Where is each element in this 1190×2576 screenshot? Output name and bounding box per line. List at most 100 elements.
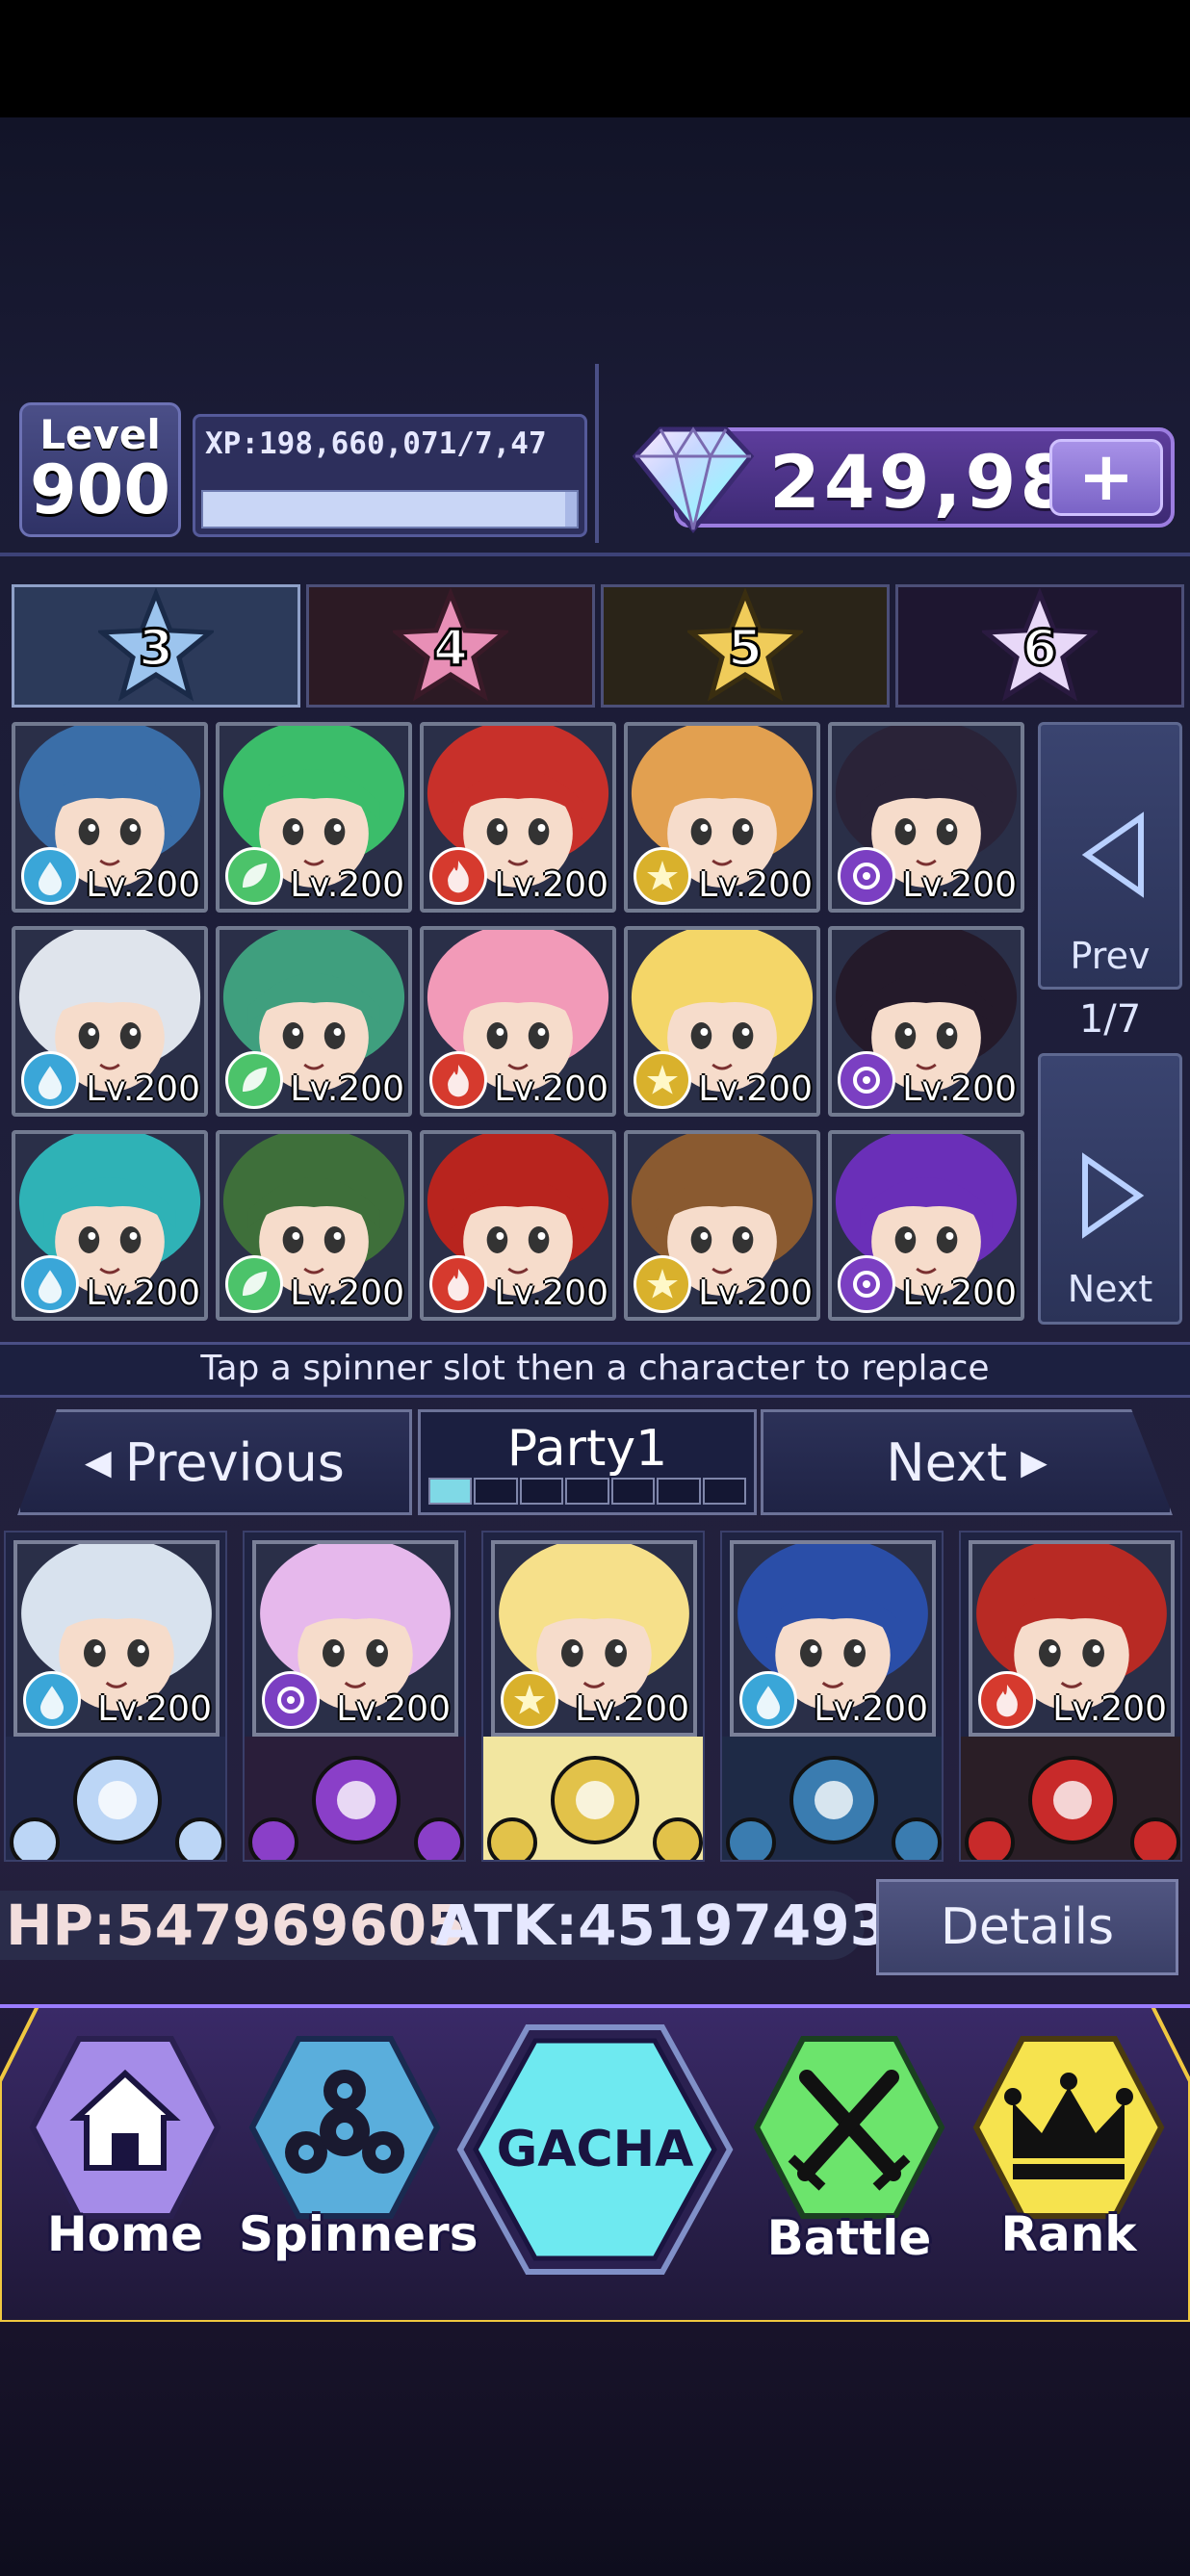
xp-bar-fill — [203, 492, 566, 527]
character-card-hooded[interactable]: Lv.200 — [828, 722, 1024, 913]
level-label: Lv.200 — [902, 1274, 1017, 1313]
previous-party-label: Previous — [124, 1431, 345, 1493]
nav-gacha[interactable]: GACHA — [453, 2020, 737, 2283]
party-character-portrait[interactable]: Lv.200 — [491, 1540, 697, 1737]
dark-element-icon — [262, 1671, 320, 1729]
dark-element-icon — [838, 1051, 895, 1109]
nav-spinners[interactable]: Spinners — [239, 2033, 478, 2262]
party-slot-2[interactable]: Lv.200 — [243, 1531, 466, 1862]
svg-text:GACHA: GACHA — [497, 2121, 694, 2178]
level-label: Lv.200 — [290, 865, 404, 905]
svg-text:6: 6 — [1022, 620, 1057, 678]
status-bar — [0, 0, 1190, 117]
fidget-spinner-icon[interactable] — [483, 1737, 705, 1862]
dark-element-icon — [838, 847, 895, 905]
add-gems-button[interactable]: + — [1049, 439, 1163, 516]
level-label: Lv.200 — [902, 865, 1017, 905]
star-icon: 4 — [393, 588, 508, 702]
details-button[interactable]: Details — [876, 1879, 1178, 1975]
character-card-robot[interactable]: Lv.200 — [12, 722, 208, 913]
party-page-dot — [610, 1478, 656, 1505]
diamond-icon — [632, 426, 755, 534]
level-label: Lv.200 — [814, 1689, 928, 1729]
star-icon: 6 — [982, 588, 1098, 702]
level-label: Lv.200 — [97, 1689, 212, 1729]
nav-home[interactable]: Home — [19, 2033, 231, 2262]
leaf-element-icon — [225, 1051, 283, 1109]
party-character-portrait[interactable]: Lv.200 — [969, 1540, 1175, 1737]
character-card-orange-hair[interactable]: Lv.200 — [624, 722, 820, 913]
level-label: Lv.200 — [494, 865, 608, 905]
water-element-icon — [21, 1051, 79, 1109]
header-divider — [595, 364, 599, 543]
gacha-button-icon: GACHA — [456, 2024, 734, 2275]
character-card-red-hair[interactable]: Lv.200 — [420, 722, 616, 913]
crossed-swords-icon — [753, 2036, 945, 2219]
light-element-icon — [634, 1255, 691, 1313]
light-element-icon — [634, 1051, 691, 1109]
fidget-spinner-icon[interactable] — [245, 1737, 466, 1862]
rarity-tab-3[interactable]: 3 — [12, 584, 300, 708]
character-card-pink-hair[interactable]: Lv.200 — [420, 926, 616, 1117]
level-label: Lv.200 — [290, 1274, 404, 1313]
next-page-button[interactable]: Next — [1038, 1053, 1182, 1325]
character-card-cyan-hair[interactable]: Lv.200 — [12, 1130, 208, 1321]
light-element-icon — [501, 1671, 558, 1729]
svg-text:4: 4 — [433, 620, 468, 678]
character-card-crimson-hair[interactable]: Lv.200 — [420, 1130, 616, 1321]
nav-battle[interactable]: Battle — [743, 2033, 955, 2266]
leaf-element-icon — [225, 1255, 283, 1313]
character-card-green-hair[interactable]: Lv.200 — [216, 722, 412, 913]
party-slot-1[interactable]: Lv.200 — [4, 1531, 227, 1862]
water-element-icon — [21, 847, 79, 905]
arrow-right-icon — [1082, 1152, 1145, 1239]
svg-text:5: 5 — [728, 620, 763, 678]
water-element-icon — [21, 1255, 79, 1313]
rarity-tab-6[interactable]: 6 — [895, 584, 1184, 708]
fire-element-icon — [429, 1255, 487, 1313]
fidget-spinner-icon[interactable] — [6, 1737, 227, 1862]
level-label: Lv.200 — [494, 1069, 608, 1109]
character-card-brown-hair[interactable]: Lv.200 — [624, 1130, 820, 1321]
water-element-icon — [739, 1671, 797, 1729]
spinner-icon — [248, 2036, 441, 2219]
level-label: Lv.200 — [494, 1274, 608, 1313]
character-card-teal-hair[interactable]: Lv.200 — [216, 926, 412, 1117]
character-card-black-hair[interactable]: Lv.200 — [828, 926, 1024, 1117]
party-name: Party1 — [506, 1420, 668, 1478]
divider — [0, 553, 1190, 556]
fidget-spinner-icon[interactable] — [722, 1737, 944, 1862]
party-page-dots — [428, 1478, 746, 1505]
next-label: Next — [1067, 1268, 1153, 1310]
fidget-spinner-icon[interactable] — [961, 1737, 1182, 1862]
character-card-purple-hair[interactable]: Lv.200 — [828, 1130, 1024, 1321]
atk-value: ATK:45197493 — [435, 1893, 889, 1958]
previous-party-button[interactable]: ◀ Previous — [17, 1409, 412, 1515]
rarity-tab-4[interactable]: 4 — [306, 584, 595, 708]
nav-home-label: Home — [46, 2206, 204, 2262]
next-party-button[interactable]: Next ▶ — [761, 1409, 1173, 1515]
rarity-tab-5[interactable]: 5 — [601, 584, 890, 708]
triangle-right-icon: ▶ — [1021, 1442, 1048, 1482]
party-slot-3[interactable]: Lv.200 — [481, 1531, 705, 1862]
party-character-portrait[interactable]: Lv.200 — [252, 1540, 458, 1737]
party-character-portrait[interactable]: Lv.200 — [13, 1540, 220, 1737]
star-icon: 3 — [98, 588, 214, 702]
character-card-dark-green-hair[interactable]: Lv.200 — [216, 1130, 412, 1321]
home-icon — [29, 2036, 221, 2219]
level-label: Lv.200 — [86, 1069, 200, 1109]
nav-rank[interactable]: Rank — [963, 2033, 1175, 2262]
level-label: Lv.200 — [698, 865, 813, 905]
prev-page-button[interactable]: Prev — [1038, 722, 1182, 990]
character-card-blonde-hair[interactable]: Lv.200 — [624, 926, 820, 1117]
level-label: Lv.200 — [290, 1069, 404, 1109]
level-label: Lv.200 — [1052, 1689, 1167, 1729]
level-value: 900 — [29, 451, 171, 529]
party-character-portrait[interactable]: Lv.200 — [730, 1540, 936, 1737]
party-slot-4[interactable]: Lv.200 — [720, 1531, 944, 1862]
party-slot-5[interactable]: Lv.200 — [959, 1531, 1182, 1862]
party-page-dot — [702, 1478, 746, 1505]
page-indicator: 1/7 — [1078, 997, 1142, 1042]
character-card-white-hair[interactable]: Lv.200 — [12, 926, 208, 1117]
fire-element-icon — [429, 1051, 487, 1109]
